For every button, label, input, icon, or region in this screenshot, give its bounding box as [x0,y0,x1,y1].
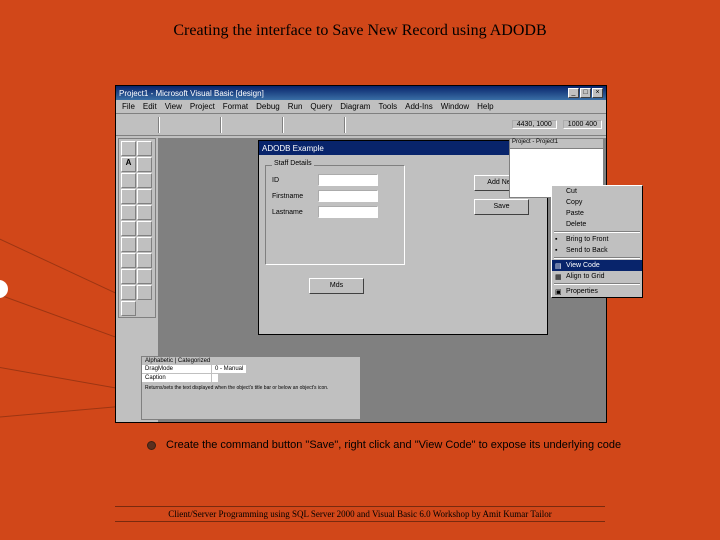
line-icon[interactable] [137,269,152,284]
menu-addins[interactable]: Add-Ins [405,102,433,111]
id-label: ID [272,177,314,184]
dir-icon[interactable] [121,253,136,268]
label-icon[interactable]: A [121,157,136,172]
instruction-text: Create the command button "Save", right … [166,439,645,451]
frame-icon[interactable] [121,173,136,188]
firstname-input[interactable] [318,190,378,202]
form-designer[interactable]: ADODB Example × Staff Details ID Firstna… [258,140,548,335]
toolbar-icon[interactable] [404,117,420,133]
slide-footer: Client/Server Programming using SQL Serv… [115,506,605,522]
close-icon[interactable]: × [592,88,603,98]
toolbar-icon[interactable] [306,117,322,133]
drive-icon[interactable] [137,237,152,252]
id-input[interactable] [318,174,378,186]
form-title-text: ADODB Example [262,144,324,153]
props-tabs[interactable]: Alphabetic | Categorized [142,357,360,365]
project-explorer-header: Project - Project1 [510,139,603,149]
optionbutton-icon[interactable] [137,189,152,204]
save-button[interactable]: Save [474,199,529,215]
toolbar-icon[interactable] [200,117,216,133]
textbox-icon[interactable] [137,157,152,172]
menu-edit[interactable]: Edit [143,102,157,111]
toolbar-icon[interactable] [386,117,402,133]
staff-details-frame[interactable]: Staff Details ID Firstname Lastname [265,165,405,265]
menu-window[interactable]: Window [441,102,469,111]
maximize-icon[interactable]: □ [580,88,591,98]
slide-title: Creating the interface to Save New Recor… [0,22,720,40]
menu-diagram[interactable]: Diagram [340,102,370,111]
menu-tools[interactable]: Tools [378,102,397,111]
file-icon[interactable] [137,253,152,268]
toolbar-icon[interactable] [120,117,136,133]
toolbar-icon[interactable] [226,117,242,133]
toolbar-icon[interactable] [350,117,366,133]
combobox-icon[interactable] [121,205,136,220]
menu-view[interactable]: View [165,102,182,111]
prop-val[interactable]: 0 - Manual [212,365,246,373]
menu-project[interactable]: Project [190,102,215,111]
data-icon[interactable] [137,285,152,300]
coord-position: 4430, 1000 [512,120,557,129]
menu-run[interactable]: Run [288,102,303,111]
ctx-aligngrid[interactable]: ▦Align to Grid [552,271,642,282]
form-titlebar[interactable]: ADODB Example × [259,141,547,155]
commandbutton-icon[interactable] [137,173,152,188]
prop-val[interactable] [212,374,218,382]
menu-query[interactable]: Query [310,102,332,111]
image-icon[interactable] [121,285,136,300]
ctx-paste[interactable]: Paste [552,208,642,219]
mds-button[interactable]: Mds [309,278,364,294]
hscroll-icon[interactable] [121,221,136,236]
prop-key: DragMode [142,365,212,373]
ctx-bringfront[interactable]: ▪Bring to Front [552,234,642,245]
toolbar-icon[interactable] [182,117,198,133]
ctx-copy[interactable]: Copy [552,197,642,208]
properties-window[interactable]: Alphabetic | Categorized DragMode0 - Man… [141,356,361,420]
ctx-viewcode[interactable]: ▤View Code [552,260,642,271]
minimize-icon[interactable]: _ [568,88,579,98]
toolbar-icon[interactable] [244,117,260,133]
vscroll-icon[interactable] [137,221,152,236]
ide-titlebar[interactable]: Project1 - Microsoft Visual Basic [desig… [116,86,606,100]
shape-icon[interactable] [121,269,136,284]
vb-ide-window: Project1 - Microsoft Visual Basic [desig… [115,85,607,423]
toolbar-icon[interactable] [164,117,180,133]
checkbox-icon[interactable] [121,189,136,204]
lastname-input[interactable] [318,206,378,218]
firstname-label: Firstname [272,193,314,200]
menu-file[interactable]: File [122,102,135,111]
coord-size: 1000 400 [563,120,602,129]
ctx-sendback[interactable]: ▪Send to Back [552,245,642,256]
menu-format[interactable]: Format [223,102,248,111]
bullet-icon [147,441,156,450]
menu-debug[interactable]: Debug [256,102,280,111]
listbox-icon[interactable] [137,205,152,220]
ctx-cut[interactable]: Cut [552,186,642,197]
toolbox-panel[interactable]: A [118,138,156,318]
toolbar-icon[interactable] [138,117,154,133]
toolbar-icon[interactable] [324,117,340,133]
ctx-delete[interactable]: Delete [552,219,642,230]
menu-help[interactable]: Help [477,102,493,111]
pointer-icon[interactable] [121,141,136,156]
toolbar-icon[interactable] [288,117,304,133]
context-menu[interactable]: Cut Copy Paste Delete ▪Bring to Front ▪S… [551,185,643,298]
prop-description: Returns/sets the text displayed when the… [142,383,360,393]
ide-toolbar: 4430, 1000 1000 400 [116,114,606,136]
ctx-properties[interactable]: ▣Properties [552,286,642,297]
timer-icon[interactable] [121,237,136,252]
ole-icon[interactable] [121,301,136,316]
ide-title-text: Project1 - Microsoft Visual Basic [desig… [119,89,264,98]
frame-caption: Staff Details [272,160,314,167]
picturebox-icon[interactable] [137,141,152,156]
ide-menubar[interactable]: File Edit View Project Format Debug Run … [116,100,606,114]
lastname-label: Lastname [272,209,314,216]
toolbar-icon[interactable] [368,117,384,133]
prop-key: Caption [142,374,212,382]
toolbar-icon[interactable] [262,117,278,133]
